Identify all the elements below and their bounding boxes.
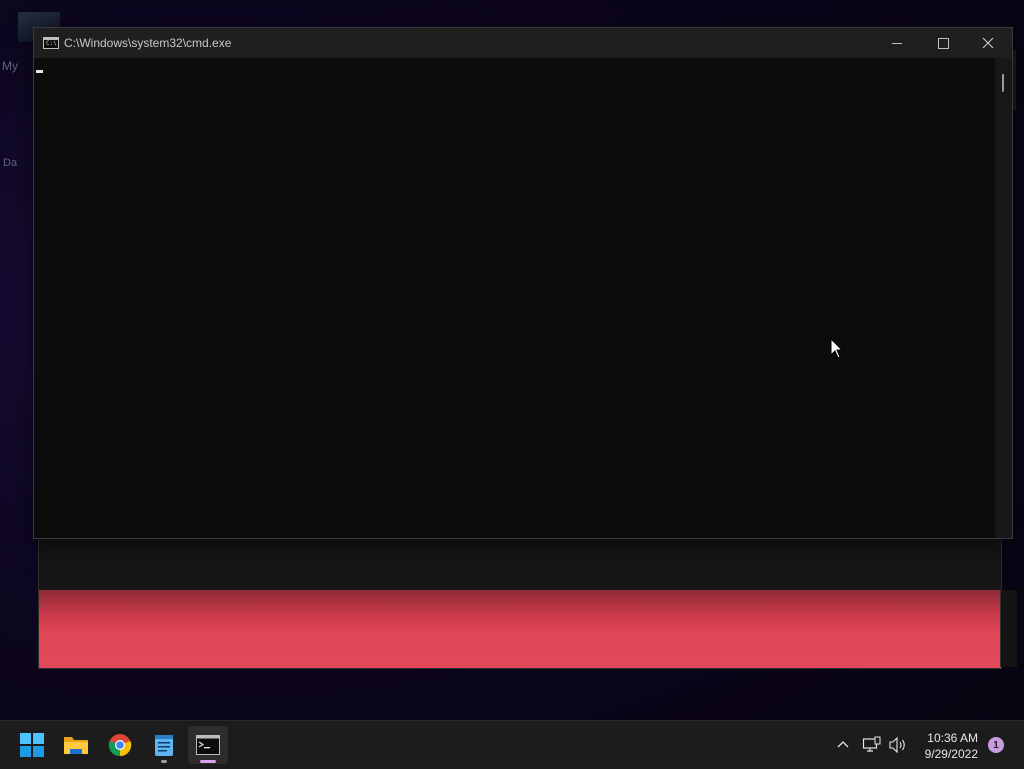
minimize-button[interactable] xyxy=(874,28,920,58)
chevron-up-icon xyxy=(837,741,849,748)
clock[interactable]: 10:36 AM 9/29/2022 xyxy=(916,730,978,762)
volume-button[interactable] xyxy=(888,721,908,769)
taskbar: 10:36 AM 9/29/2022 1 xyxy=(0,720,1024,769)
folder-icon xyxy=(64,737,88,754)
cmd-window[interactable]: C:\ C:\Windows\system32\cmd.exe xyxy=(33,27,1013,539)
background-window-edge xyxy=(1000,590,1017,667)
background-window-header xyxy=(39,536,1001,590)
network-button[interactable] xyxy=(862,721,882,769)
maximize-icon xyxy=(937,37,949,49)
terminal-icon xyxy=(196,735,220,755)
scrollbar-thumb[interactable] xyxy=(1002,74,1004,92)
cmd-titlebar[interactable]: C:\ C:\Windows\system32\cmd.exe xyxy=(34,28,1012,58)
window-title: C:\Windows\system32\cmd.exe xyxy=(64,36,232,50)
close-button[interactable] xyxy=(965,28,1011,58)
close-icon xyxy=(982,37,994,49)
notification-badge[interactable]: 1 xyxy=(988,737,1004,753)
chrome-icon xyxy=(108,734,132,757)
mouse-pointer-icon xyxy=(830,338,844,359)
active-indicator xyxy=(200,760,216,763)
taskbar-file-explorer[interactable] xyxy=(56,726,96,764)
background-window-banner xyxy=(39,590,1001,668)
cmd-icon: C:\ xyxy=(43,37,59,49)
start-button[interactable] xyxy=(12,726,52,764)
taskbar-notepad[interactable] xyxy=(144,726,184,764)
taskbar-chrome[interactable] xyxy=(100,726,140,764)
running-indicator xyxy=(161,760,167,763)
maximize-button[interactable] xyxy=(920,28,966,58)
console-area[interactable] xyxy=(34,58,994,538)
desktop-icon-label: My xyxy=(2,59,18,73)
clock-date: 9/29/2022 xyxy=(924,747,978,761)
volume-icon xyxy=(889,736,905,754)
taskbar-command-prompt[interactable] xyxy=(188,726,228,764)
show-hidden-icons-button[interactable] xyxy=(835,721,851,769)
console-scrollbar[interactable] xyxy=(995,58,1012,538)
minimize-icon xyxy=(892,42,902,44)
windows-logo-icon xyxy=(20,733,44,757)
background-window[interactable] xyxy=(38,535,1002,669)
cmd-icon-text: C:\ xyxy=(46,40,57,47)
text-cursor xyxy=(36,70,43,73)
network-icon xyxy=(862,736,881,752)
clock-time: 10:36 AM xyxy=(927,731,978,745)
desktop-icon-label: Da xyxy=(3,157,18,169)
notepad-icon xyxy=(155,735,173,756)
